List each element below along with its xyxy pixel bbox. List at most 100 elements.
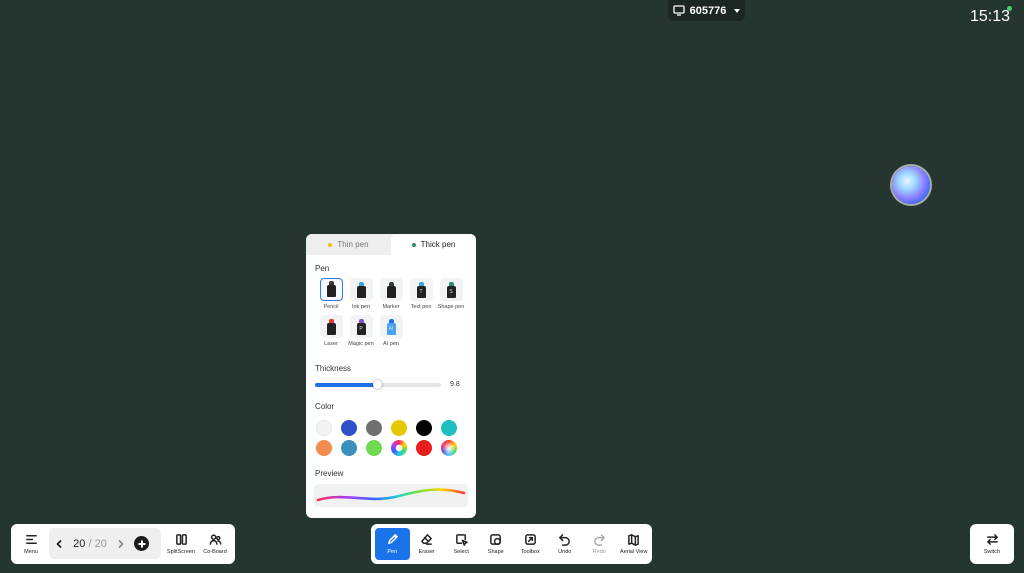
pen-option-ink-pen[interactable]: Ink pen <box>346 278 376 310</box>
pen-option-ai-pen[interactable]: AI AI pen <box>376 315 406 347</box>
tool-label: Redo <box>592 549 606 555</box>
thickness-slider-fill <box>315 383 377 387</box>
pen-label: AI pen <box>383 341 399 347</box>
undo-tool-button[interactable]: Undo <box>548 528 583 560</box>
preview-stroke <box>316 488 466 502</box>
pen-icon <box>387 534 398 544</box>
tool-label: Eraser <box>418 549 435 555</box>
pen-label: Pencil <box>323 304 339 310</box>
connection-status-dot <box>1007 6 1012 11</box>
split-screen-button[interactable]: SplitScreen <box>165 529 197 559</box>
ai-assistant-orb[interactable] <box>892 166 930 204</box>
preview-label: Preview <box>315 469 344 478</box>
pen-tile: P <box>349 315 373 338</box>
color-palette <box>316 420 466 456</box>
tool-label: Shape <box>487 549 504 555</box>
undo-icon <box>559 534 571 546</box>
monitor-icon <box>672 5 685 16</box>
select-icon <box>455 534 468 546</box>
pen-option-pencil[interactable]: Pencil <box>316 278 346 310</box>
toolbox-tool-button[interactable]: Toolbox <box>513 528 548 560</box>
tool-label: Toolbox <box>520 549 540 555</box>
tab-thin-pen[interactable]: Thin pen <box>306 234 391 255</box>
pen-tile <box>319 278 343 301</box>
right-toolbar: Switch <box>970 524 1014 564</box>
pen-tile <box>319 315 343 338</box>
pen-option-laser[interactable]: Laser <box>316 315 346 347</box>
chevron-left-icon <box>56 539 62 548</box>
plus-icon <box>138 540 145 547</box>
switch-button[interactable]: Switch <box>972 528 1012 560</box>
aerial-view-tool-button[interactable]: Aerial View <box>617 528 652 560</box>
tab-thick-pen[interactable]: Thick pen <box>391 234 476 255</box>
tool-label: Select <box>453 549 469 555</box>
rainbow-ring-swatch[interactable] <box>391 440 407 456</box>
marker-icon <box>386 282 396 298</box>
pen-tile: AI <box>379 315 403 338</box>
pen-settings-panel: Thin pen Thick pen Pen Pencil Ink pen Mark… <box>306 234 476 518</box>
page-indicator: 20 / 20 <box>69 538 111 550</box>
pen-label: Text pen <box>410 304 432 310</box>
screen-code-text: 605776 <box>689 4 727 17</box>
pen-option-text-pen[interactable]: T Text pen <box>406 278 436 310</box>
pen-label: Ink pen <box>351 304 371 310</box>
shape-tool-button[interactable]: Shape <box>479 528 514 560</box>
redo-tool-button[interactable]: Redo <box>582 528 617 560</box>
thickness-slider[interactable] <box>315 380 441 389</box>
color-swatch[interactable] <box>416 440 432 456</box>
pen-type-tabs: Thin pen Thick pen <box>306 234 476 255</box>
tab-label: Thin pen <box>337 240 369 249</box>
next-page-button[interactable] <box>111 539 131 549</box>
thickness-value: 9.8 <box>450 381 460 388</box>
split-screen-label: SplitScreen <box>166 549 196 555</box>
users-icon <box>209 534 221 545</box>
prev-page-button[interactable] <box>49 539 69 549</box>
color-swatch[interactable] <box>391 420 407 436</box>
pen-grid: Pencil Ink pen Marker T Text pen S Shape pen La… <box>316 278 472 347</box>
magic-pen-icon: P <box>356 319 366 335</box>
color-wheel-swatch[interactable] <box>441 440 457 456</box>
menu-button[interactable]: Menu <box>17 529 45 559</box>
toolbox-icon <box>524 534 536 545</box>
chevron-down-icon <box>734 8 741 13</box>
tab-label: Thick pen <box>420 240 456 249</box>
color-swatch[interactable] <box>341 440 357 456</box>
tool-label: Aerial View <box>620 549 648 555</box>
tool-label: Undo <box>558 549 572 555</box>
pen-option-marker[interactable]: Marker <box>376 278 406 310</box>
tool-label: Pen <box>387 549 398 555</box>
eraser-tool-button[interactable]: Eraser <box>410 528 445 560</box>
pen-option-shape-pen[interactable]: S Shape pen <box>436 278 466 310</box>
tab-dot-icon <box>328 242 333 247</box>
color-swatch[interactable] <box>366 440 382 456</box>
pen-option-magic-pen[interactable]: P Magic pen <box>346 315 376 347</box>
stroke-preview <box>314 484 468 507</box>
pen-label: Marker <box>382 304 400 310</box>
page-navigator: 20 / 20 <box>49 528 161 559</box>
clock: 15:13 <box>970 8 1011 25</box>
pencil-icon <box>326 281 336 297</box>
menu-label: Menu <box>24 549 38 555</box>
pen-tile: S <box>439 278 463 301</box>
pen-tool-button[interactable]: Pen <box>375 528 410 560</box>
ink-pen-icon <box>356 282 366 298</box>
switch-label: Switch <box>983 549 1001 555</box>
text-pen-icon: T <box>416 282 426 298</box>
chevron-right-icon <box>118 539 124 548</box>
co-board-label: Co-Board <box>203 549 227 555</box>
pen-label: Laser <box>324 341 338 347</box>
screen-share-code[interactable]: 605776 <box>668 0 745 21</box>
pen-label: Shape pen <box>437 304 465 310</box>
select-tool-button[interactable]: Select <box>444 528 479 560</box>
pen-tile <box>349 278 373 301</box>
co-board-button[interactable]: Co-Board <box>200 529 230 559</box>
color-swatch[interactable] <box>441 420 457 436</box>
color-swatch[interactable] <box>316 420 332 436</box>
redo-icon <box>593 534 605 546</box>
color-swatch[interactable] <box>366 420 382 436</box>
color-swatch[interactable] <box>341 420 357 436</box>
thickness-slider-handle[interactable] <box>372 380 382 389</box>
color-swatch[interactable] <box>316 440 332 456</box>
add-page-button[interactable] <box>134 536 149 551</box>
color-swatch[interactable] <box>416 420 432 436</box>
